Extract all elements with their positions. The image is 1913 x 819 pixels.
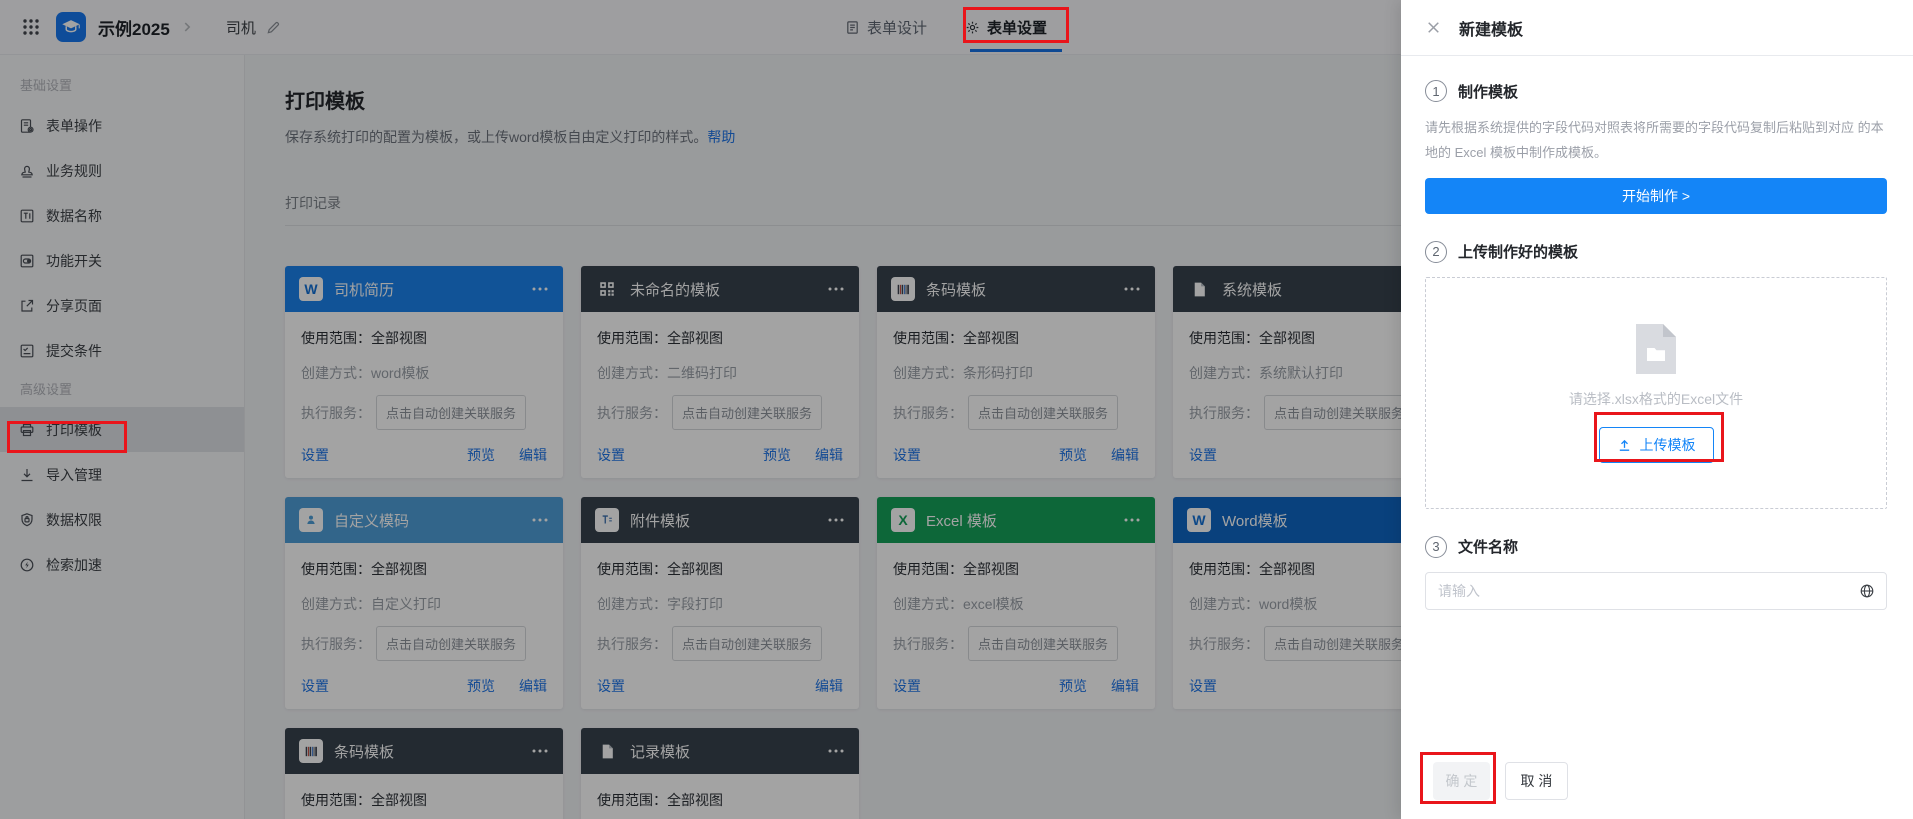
- cancel-button[interactable]: 取 消: [1505, 762, 1568, 800]
- step1-header: 1 制作模板: [1425, 80, 1887, 102]
- step1-number: 1: [1425, 80, 1447, 102]
- step3-number: 3: [1425, 536, 1447, 558]
- step3-header: 3 文件名称: [1425, 536, 1887, 558]
- modal-dim-overlay: [0, 0, 1401, 819]
- file-placeholder-icon: [1634, 322, 1678, 376]
- upload-icon: [1617, 438, 1632, 453]
- upload-dropzone[interactable]: 请选择.xlsx格式的Excel文件 上传模板: [1425, 277, 1887, 509]
- drawer-title: 新建模板: [1459, 16, 1523, 40]
- close-icon[interactable]: [1425, 19, 1442, 36]
- start-making-button[interactable]: 开始制作 >: [1425, 178, 1887, 214]
- upload-hint: 请选择.xlsx格式的Excel文件: [1569, 389, 1743, 409]
- step2-title: 上传制作好的模板: [1458, 241, 1578, 262]
- step3-title: 文件名称: [1458, 536, 1518, 557]
- upload-button-label: 上传模板: [1640, 435, 1696, 455]
- confirm-button[interactable]: 确 定: [1433, 762, 1490, 800]
- file-name-input[interactable]: [1425, 572, 1887, 610]
- step1-title: 制作模板: [1458, 81, 1518, 102]
- globe-icon[interactable]: [1859, 583, 1875, 599]
- step2-header: 2 上传制作好的模板: [1425, 241, 1887, 263]
- step1-description: 请先根据系统提供的字段代码对照表将所需要的字段代码复制后粘贴到对应 的本地的 E…: [1425, 115, 1887, 166]
- step2-number: 2: [1425, 241, 1447, 263]
- new-template-drawer: 新建模板 1 制作模板 请先根据系统提供的字段代码对照表将所需要的字段代码复制后…: [1401, 0, 1913, 819]
- drawer-footer: 确 定 取 消: [1433, 762, 1568, 800]
- upload-template-button[interactable]: 上传模板: [1599, 427, 1714, 463]
- drawer-header: 新建模板: [1401, 0, 1913, 56]
